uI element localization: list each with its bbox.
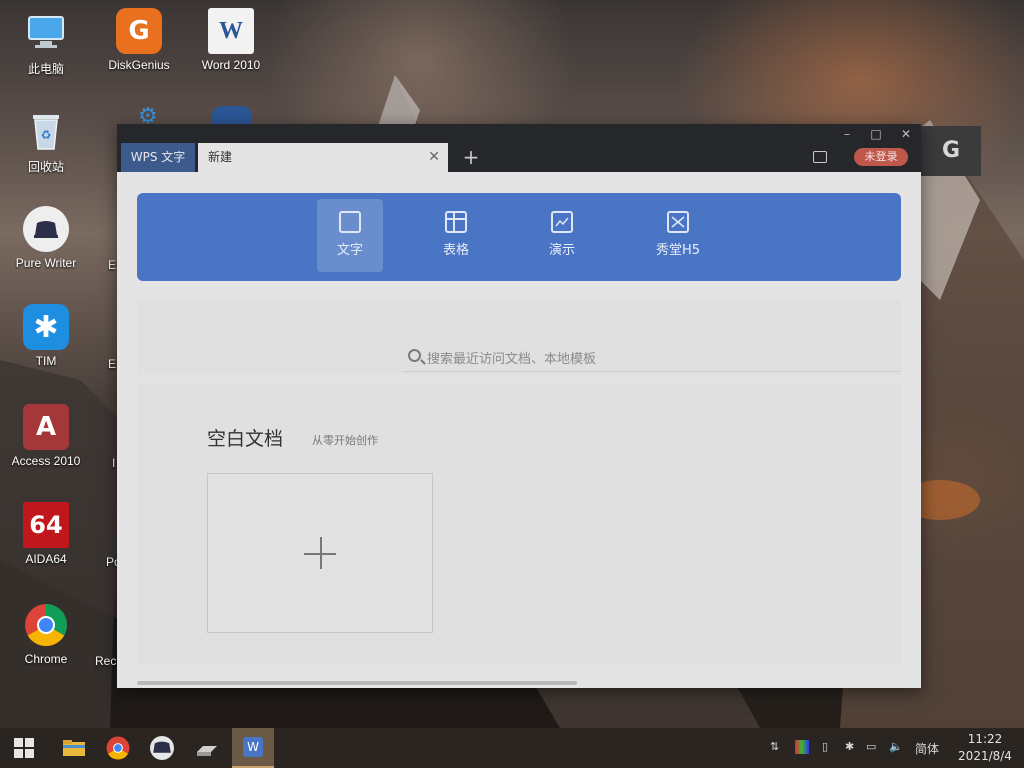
search-input[interactable]: 搜索最近访问文档、本地模板 [402,346,901,372]
tablet-icon[interactable] [813,151,827,163]
new-blank-document-card[interactable] [207,473,433,633]
document-icon [339,211,361,233]
search-icon [408,349,421,362]
taskbar: W ⇅ ▯ ✱ ▭ 🔈 简体 11:22 2021/8/4 [0,728,1024,768]
close-window-button[interactable]: ✕ [892,126,920,142]
type-spreadsheet[interactable]: 表格 [423,199,489,272]
desktop-icon-recycle-bin[interactable]: ♻ 回收站 [1,108,91,175]
desktop-icon-aida64[interactable]: 64 AIDA64 [1,502,91,566]
tim-icon: ✱ [23,304,69,350]
section-title: 空白文档 [207,428,284,450]
desktop-icon-label: Pure Writer [15,256,77,270]
partial-desktop-label: I [112,456,116,470]
presentation-icon [551,211,573,233]
document-type-bar: 文字 表格 演示 秀堂H5 [137,193,901,281]
minimize-button[interactable]: – [833,126,861,142]
color-app-icon[interactable] [795,740,809,754]
side-window-letter[interactable]: G [921,126,981,176]
close-icon[interactable]: ✕ [428,143,440,172]
desktop-icon-access[interactable]: A Access 2010 [1,404,91,468]
desktop-icon-label: AIDA64 [25,552,67,566]
battery-icon[interactable]: ▭ [866,740,876,753]
wps-icon: W [243,737,263,757]
h5-icon [667,211,689,233]
add-tab-button[interactable]: + [461,144,481,170]
bluetooth-icon[interactable]: ✱ [845,740,854,753]
ime-indicator[interactable]: 简体 [915,740,939,757]
chrome-icon [23,602,69,648]
title-bar: – □ ✕ WPS 文字 新建 ✕ + 未登录 [117,124,921,172]
search-panel: 搜索最近访问文档、本地模板 [137,299,901,375]
clock-date[interactable]: 2021/8/4 [950,749,1020,763]
partial-desktop-label: E [108,258,117,272]
type-label: 表格 [442,243,469,258]
maximize-button[interactable]: □ [862,126,890,142]
desktop-icon-word[interactable]: W Word 2010 [186,8,276,72]
gear-icon: ⚙ [138,104,158,129]
aida64-icon: 64 [23,502,69,548]
desktop-icon-diskgenius[interactable]: G DiskGenius [94,8,184,72]
type-label: 文字 [336,243,363,258]
desktop-icon-label: Word 2010 [201,58,261,72]
tab-new-label: 新建 [208,150,233,164]
desktop-icon-label: TIM [35,354,57,368]
drive-icon[interactable] [195,736,219,760]
desktop-icon-label: 此电脑 [27,62,64,76]
volume-icon[interactable]: 🔈 [889,740,903,753]
recycle-bin-icon: ♻ [23,108,69,154]
desktop-icon-label: DiskGenius [108,58,170,72]
taskbar-wps-active[interactable]: W [232,728,274,768]
network-status-icon[interactable]: ⇅ [770,740,779,753]
type-h5[interactable]: 秀堂H5 [645,199,711,272]
type-document[interactable]: 文字 [317,199,383,272]
word-icon: W [208,8,254,54]
file-explorer-icon[interactable] [62,736,86,760]
diskgenius-icon: G [116,8,162,54]
type-presentation[interactable]: 演示 [529,199,595,272]
section-subtitle: 从零开始创作 [312,434,378,447]
partial-desktop-label: Rec [95,654,117,668]
pure-writer-icon [23,206,69,252]
clock-time[interactable]: 11:22 [960,732,1010,746]
tab-new[interactable]: 新建 ✕ [198,143,448,172]
desktop-icon-tim[interactable]: ✱ TIM [1,304,91,368]
wps-window: – □ ✕ WPS 文字 新建 ✕ + 未登录 文字 表格 演示 秀堂H5 搜索… [117,124,921,688]
partial-app-icon [212,106,252,124]
tab-wps-writer[interactable]: WPS 文字 [121,143,195,172]
desktop-icon-chrome[interactable]: Chrome [1,602,91,666]
computer-icon [23,10,69,56]
search-placeholder: 搜索最近访问文档、本地模板 [427,352,597,367]
start-icon[interactable] [14,738,34,758]
type-label: 秀堂H5 [655,243,701,258]
desktop-icon-this-pc[interactable]: 此电脑 [1,10,91,77]
desktop-icon-label: Chrome [24,652,68,666]
desktop-icon-label: Access 2010 [11,454,81,468]
partial-desktop-label: E [108,357,117,371]
login-button[interactable]: 未登录 [854,148,908,166]
usb-icon[interactable]: ▯ [822,740,828,753]
desktop-icon-label: 回收站 [27,160,64,174]
type-label: 演示 [548,243,575,258]
spreadsheet-icon [445,211,467,233]
chrome-icon[interactable] [106,736,130,760]
access-icon: A [23,404,69,450]
plus-icon [320,537,322,569]
pure-writer-icon[interactable] [150,736,174,760]
desktop-icon-pure-writer[interactable]: Pure Writer [1,206,91,270]
blank-document-section: 空白文档 从零开始创作 [137,384,901,664]
svg-text:♻: ♻ [41,128,52,142]
horizontal-scrollbar[interactable] [137,681,577,685]
